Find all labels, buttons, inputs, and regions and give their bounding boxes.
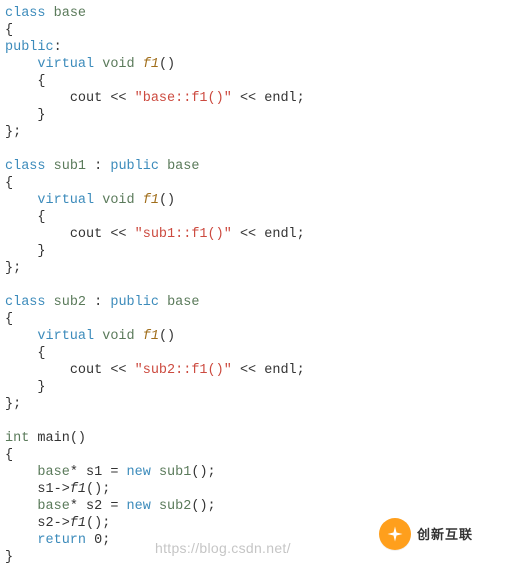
code-block: class base { public: virtual void f1() {… (5, 5, 506, 566)
obj-arrow: s2-> (37, 516, 69, 531)
keyword-virtual: virtual (37, 329, 94, 344)
cout-suffix: << endl; (232, 91, 305, 106)
cout-prefix: cout << (70, 363, 135, 378)
cout-prefix: cout << (70, 91, 135, 106)
string-literal: "sub1::f1()" (135, 227, 232, 242)
function-call: f1 (70, 516, 86, 531)
keyword-public: public (110, 295, 159, 310)
type-name: base (37, 499, 69, 514)
keyword-virtual: virtual (37, 57, 94, 72)
parens: () (159, 329, 175, 344)
type-name: sub2 (54, 295, 86, 310)
keyword-void: void (102, 193, 134, 208)
ctor-name: sub2 (159, 499, 191, 514)
parens: () (159, 193, 175, 208)
keyword-new: new (127, 499, 151, 514)
string-literal: "sub2::f1()" (135, 363, 232, 378)
keyword-class: class (5, 295, 46, 310)
keyword-public: public (5, 40, 54, 55)
parens: () (159, 57, 175, 72)
colon: : (54, 40, 62, 55)
type-name: base (37, 465, 69, 480)
base-type: base (167, 295, 199, 310)
star-var: * s1 = (70, 465, 127, 480)
cout-suffix: << endl; (232, 363, 305, 378)
keyword-void: void (102, 57, 134, 72)
keyword-return: return (37, 533, 86, 548)
base-type: base (167, 159, 199, 174)
ctor-name: sub1 (159, 465, 191, 480)
function-call: f1 (70, 482, 86, 497)
cout-prefix: cout << (70, 227, 135, 242)
keyword-class: class (5, 159, 46, 174)
function-name: main (37, 431, 69, 446)
keyword-new: new (127, 465, 151, 480)
tail: (); (191, 499, 215, 514)
type-name: base (54, 6, 86, 21)
function-name: f1 (143, 329, 159, 344)
return-val: 0; (86, 533, 110, 548)
cout-suffix: << endl; (232, 227, 305, 242)
parens: () (70, 431, 86, 446)
star-var: * s2 = (70, 499, 127, 514)
keyword-public: public (110, 159, 159, 174)
type-name: sub1 (54, 159, 86, 174)
function-name: f1 (143, 193, 159, 208)
function-name: f1 (143, 57, 159, 72)
keyword-void: void (102, 329, 134, 344)
keyword-int: int (5, 431, 29, 446)
keyword-class: class (5, 6, 46, 21)
tail: (); (86, 482, 110, 497)
tail: (); (86, 516, 110, 531)
tail: (); (191, 465, 215, 480)
keyword-virtual: virtual (37, 193, 94, 208)
string-literal: "base::f1()" (135, 91, 232, 106)
obj-arrow: s1-> (37, 482, 69, 497)
